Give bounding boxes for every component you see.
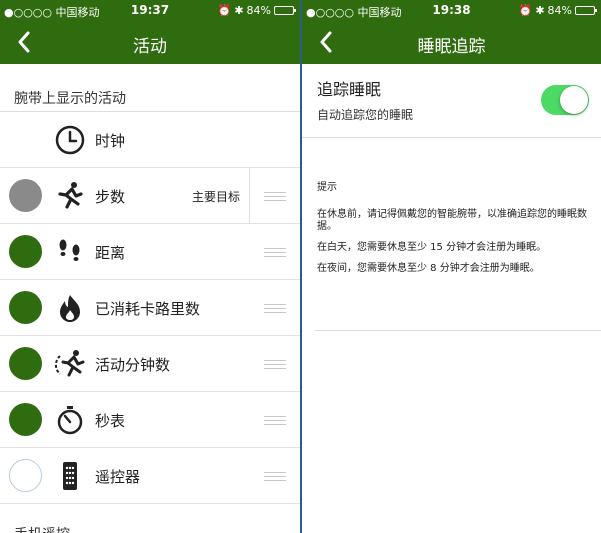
activity-label: 秒表	[95, 412, 126, 430]
activity-label: 步数	[95, 188, 126, 206]
track-sleep-row: 追踪睡眠 自动追踪您的睡眠	[302, 64, 601, 138]
remote-icon	[54, 460, 86, 492]
drag-handle[interactable]	[264, 248, 286, 260]
battery-icon	[575, 6, 597, 15]
drag-handle[interactable]	[264, 472, 286, 484]
status-right: ⏰ ✱ 84%	[217, 4, 296, 17]
battery-percent: 84%	[246, 4, 271, 17]
stopwatch-icon	[54, 404, 86, 436]
activity-toggle-dot[interactable]	[9, 403, 42, 436]
nav-bar: 活动	[0, 20, 300, 64]
flame-icon	[54, 292, 86, 324]
track-sleep-title: 追踪睡眠	[317, 80, 382, 99]
drag-handle[interactable]	[264, 304, 286, 316]
activity-row-stopwatch[interactable]: 秒表	[0, 392, 300, 448]
tips-title: 提示	[317, 182, 337, 193]
clock-icon	[54, 124, 86, 156]
status-right: ⏰ ✱ 84%	[518, 4, 597, 17]
switch-knob	[560, 86, 588, 114]
activity-label: 已消耗卡路里数	[95, 300, 201, 318]
drag-handle[interactable]	[264, 416, 286, 428]
bluetooth-icon: ✱	[234, 4, 244, 17]
battery-percent: 84%	[547, 4, 572, 17]
activity-row-distance[interactable]: 距离	[0, 224, 300, 280]
page-title: 活动	[133, 37, 167, 57]
activity-row-active-minutes[interactable]: 活动分钟数	[0, 336, 300, 392]
activity-row-clock[interactable]: 时钟	[0, 112, 300, 168]
activity-toggle-dot[interactable]	[9, 291, 42, 324]
activity-list: 时钟 步数 主要目标 距离 已消耗卡路里数 活动分钟数 秒表 遥控器	[0, 112, 300, 504]
activities-screen: ●○○○○ 中国移动 19:37 ⏰ ✱ 84% 活动 腕带上显示的活动 时钟	[0, 0, 300, 533]
section-title: 腕带上显示的活动	[0, 64, 300, 112]
track-sleep-subtitle: 自动追踪您的睡眠	[317, 108, 414, 122]
drag-handle[interactable]	[264, 192, 286, 204]
activity-label: 活动分钟数	[95, 356, 171, 374]
battery-icon	[274, 6, 296, 15]
footprints-icon	[54, 236, 86, 268]
nav-bar: 睡眠追踪	[302, 20, 601, 64]
activity-label: 遥控器	[95, 468, 141, 486]
status-bar: ●○○○○ 中国移动 19:37 ⏰ ✱ 84%	[0, 0, 300, 20]
activity-row-steps[interactable]: 步数 主要目标	[0, 168, 300, 224]
track-sleep-switch[interactable]	[541, 85, 589, 115]
alarm-icon: ⏰	[217, 4, 232, 17]
activity-toggle-dot[interactable]	[9, 235, 42, 268]
alarm-icon: ⏰	[518, 4, 533, 17]
activity-toggle-dot[interactable]	[9, 459, 42, 492]
bluetooth-icon: ✱	[535, 4, 545, 17]
tips-section: 提示 在休息前，请记得佩戴您的智能腕带，以准确追踪您的睡眠数据。 在白天，您需要…	[317, 182, 592, 284]
activity-toggle-dot[interactable]	[9, 179, 42, 212]
activity-row-calories[interactable]: 已消耗卡路里数	[0, 280, 300, 336]
goal-divider	[249, 168, 250, 224]
active-runner-icon	[54, 348, 86, 380]
drag-handle[interactable]	[264, 360, 286, 372]
activity-row-remote[interactable]: 遥控器	[0, 448, 300, 504]
main-goal-badge: 主要目标	[191, 190, 240, 204]
activity-toggle-dot[interactable]	[9, 347, 42, 380]
tip-text: 在夜间，您需要休息至少 8 分钟才会注册为睡眠。	[317, 263, 540, 274]
tip-text: 在白天，您需要休息至少 15 分钟才会注册为睡眠。	[317, 242, 547, 253]
tips-divider	[315, 330, 601, 331]
phone-remote-section-title: 手机遥控	[14, 524, 70, 533]
activity-label: 距离	[95, 244, 126, 262]
tip-text: 在休息前，请记得佩戴您的智能腕带，以准确追踪您的睡眠数据。	[317, 209, 587, 232]
activity-label: 时钟	[95, 132, 126, 150]
page-title: 睡眠追踪	[417, 37, 486, 57]
running-icon	[54, 180, 86, 212]
status-bar: ●○○○○ 中国移动 19:38 ⏰ ✱ 84%	[302, 0, 601, 20]
